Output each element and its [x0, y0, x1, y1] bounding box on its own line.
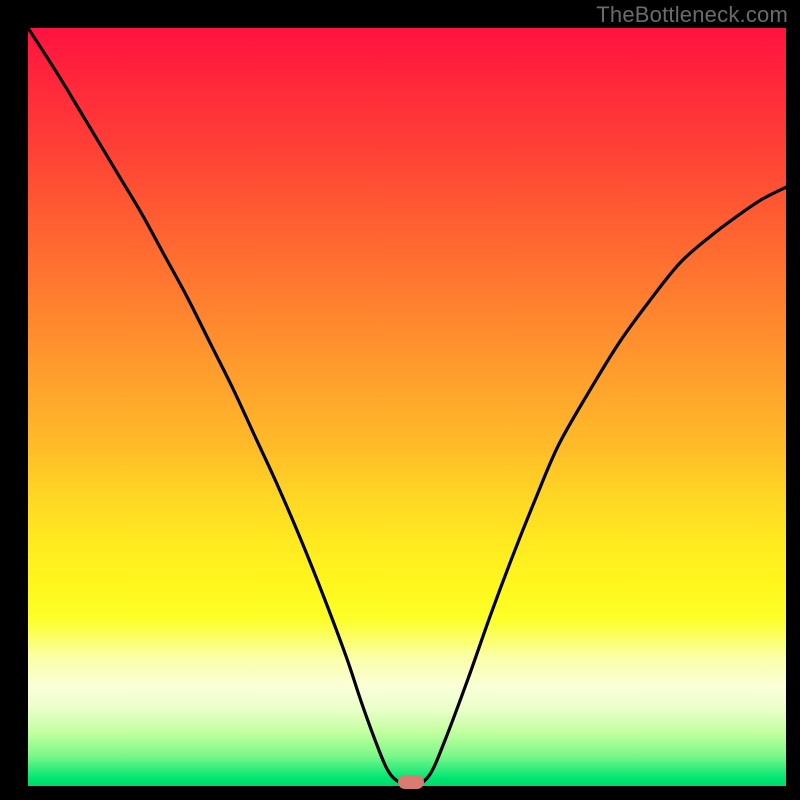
watermark-text: TheBottleneck.com	[596, 2, 788, 28]
plot-area	[28, 28, 786, 786]
optimal-marker	[398, 775, 424, 789]
chart-frame: TheBottleneck.com	[0, 0, 800, 800]
curve-path	[28, 28, 786, 786]
bottleneck-curve	[28, 28, 786, 786]
